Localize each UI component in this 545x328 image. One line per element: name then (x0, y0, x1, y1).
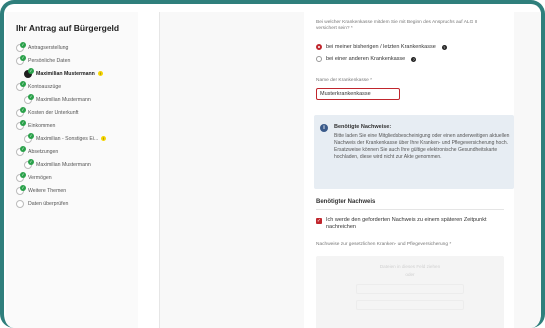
sidebar-item-label: Weitere Themen (28, 187, 67, 194)
radio-label: bei einer anderen Krankenkasse (326, 56, 406, 62)
info-circle-icon: i (320, 124, 328, 132)
sidebar-item[interactable]: ✓ Maximilian Mustermann (6, 93, 138, 106)
step-done-icon: ✓ (16, 41, 26, 52)
checkmark-icon: ✓ (20, 145, 26, 152)
checkbox-label: Ich werde den geforderten Nachweis zu ei… (326, 217, 487, 230)
step-done-icon: ✓ (24, 158, 34, 169)
insurer-name-label: Name der Krankenkasse * (316, 78, 372, 83)
sidebar: Ihr Antrag auf Bürgergeld ✓ Antragserstel… (6, 12, 138, 328)
radio-button[interactable] (316, 56, 322, 62)
sidebar-item-label: Daten überprüfen (28, 200, 69, 207)
upload-label: Nachweise zur gesetzlichen Kranken- und … (316, 242, 452, 247)
sidebar-item-label: Maximilian - Sonstiges Ei... (36, 135, 99, 142)
info-icon[interactable]: ? (411, 56, 417, 62)
checkmark-icon: ✓ (20, 184, 26, 191)
step-done-icon: ✓ (16, 80, 26, 91)
question-text: Bei welcher Krankenkasse mitdem Sie mit … (316, 20, 477, 32)
sidebar-item[interactable]: ✓ Persönliche Daten (6, 54, 138, 67)
checkbox-checked[interactable]: ✓ (316, 218, 322, 224)
checkmark-icon: ✓ (20, 80, 26, 87)
question-line-2: versichert sein? * (316, 26, 353, 31)
sidebar-item[interactable]: ✓ Vermögen (6, 171, 138, 184)
app-frame: Ihr Antrag auf Bürgergeld ✓ Antragserstel… (0, 0, 545, 328)
radio-other-insurer[interactable]: bei einer anderen Krankenkasse ? (316, 56, 417, 62)
sidebar-item-label: Maximilian Mustermann (36, 96, 91, 103)
sidebar-nav: ✓ Antragserstellung ✓ Persönliche Daten ✓ Max… (6, 41, 138, 210)
checkmark-icon: ✓ (20, 54, 26, 61)
step-done-icon: ✓ (16, 106, 26, 117)
checkmark-icon: ✓ (28, 93, 34, 100)
warning-icon: ! (97, 71, 103, 76)
sidebar-item-label: Maximilian Mustermann (36, 161, 91, 168)
info-title: Benötigte Nachweise: (334, 124, 392, 130)
sidebar-item-label: Kontoauszüge (28, 83, 62, 90)
sidebar-item-label: Einkommen (28, 122, 56, 129)
sidebar-item[interactable]: ✓ Maximilian Mustermann! (6, 67, 138, 80)
radio-current-insurer[interactable]: bei meiner bisherigen / letzten Krankenk… (316, 44, 447, 50)
sidebar-item[interactable]: ✓ Antragserstellung (6, 41, 138, 54)
sidebar-item[interactable]: Daten überprüfen (6, 197, 138, 210)
section-divider (316, 209, 504, 210)
step-done-icon: ✓ (16, 184, 26, 195)
sidebar-item-label: Persönliche Daten (28, 57, 71, 64)
checkmark-icon: ✓ (28, 67, 34, 74)
checkmark-icon: ✓ (20, 106, 26, 113)
sidebar-item[interactable]: ✓ Kosten der Unterkunft (6, 106, 138, 119)
sidebar-item[interactable]: ✓ Kontoauszüge (6, 80, 138, 93)
checkmark-icon: ✓ (20, 119, 26, 126)
sidebar-item[interactable]: ✓ Einkommen (6, 119, 138, 132)
info-box: i Benötigte Nachweise: Bitte laden Sie e… (314, 115, 514, 189)
step-done-icon: ✓ (16, 145, 26, 156)
step-done-icon: ✓ (16, 54, 26, 65)
warning-icon: ! (101, 136, 107, 141)
form-panel: Bei welcher Krankenkasse mitdem Sie mit … (304, 12, 514, 328)
sidebar-item[interactable]: ✓ Weitere Themen (6, 184, 138, 197)
sidebar-item-label: Vermögen (28, 174, 52, 181)
section-title: Benötigter Nachweis (316, 199, 376, 205)
info-body: Bitte laden Sie eine Mitgliedsbescheinig… (334, 133, 510, 160)
radio-button-selected[interactable] (316, 44, 322, 50)
sidebar-item-label: Absetzungen (28, 148, 59, 155)
dropzone-placeholder-bar (356, 284, 464, 294)
radio-label: bei meiner bisherigen / letzten Krankenk… (326, 44, 436, 50)
submit-later-checkbox-row[interactable]: ✓ Ich werde den geforderten Nachweis zu … (316, 217, 506, 231)
step-done-icon: ✓ (16, 119, 26, 130)
checkmark-icon: ✓ (20, 41, 26, 48)
dropzone-hint: Dateien in dieses Feld ziehen (379, 264, 441, 269)
dropzone-or: oder (405, 272, 415, 277)
step-done-icon: ✓ (16, 171, 26, 182)
sidebar-item-label: Maximilian Mustermann (36, 70, 95, 77)
upload-dropzone[interactable]: Dateien in dieses Feld ziehen oder (316, 256, 504, 328)
sidebar-item-label: Kosten der Unterkunft (28, 109, 79, 116)
step-done-icon: ✓ (24, 93, 34, 104)
step-open-icon (16, 199, 24, 208)
checkmark-icon: ✓ (20, 171, 26, 178)
step-done-icon: ✓ (24, 132, 34, 143)
sidebar-item[interactable]: ✓ Maximilian Mustermann (6, 158, 138, 171)
sidebar-item-label: Antragserstellung (28, 44, 69, 51)
step-current-icon: ✓ (24, 67, 34, 78)
dropzone-placeholder-bar (356, 300, 464, 310)
sidebar-item[interactable]: ✓ Absetzungen (6, 145, 138, 158)
insurer-name-input[interactable]: Musterkrankenkasse (316, 88, 400, 100)
sidebar-title: Ihr Antrag auf Bürgergeld (16, 23, 120, 33)
checkmark-icon: ✓ (28, 132, 34, 139)
info-icon[interactable]: ? (441, 44, 447, 50)
checkmark-icon: ✓ (28, 158, 34, 165)
sidebar-item[interactable]: ✓ Maximilian - Sonstiges Ei...! (6, 132, 138, 145)
